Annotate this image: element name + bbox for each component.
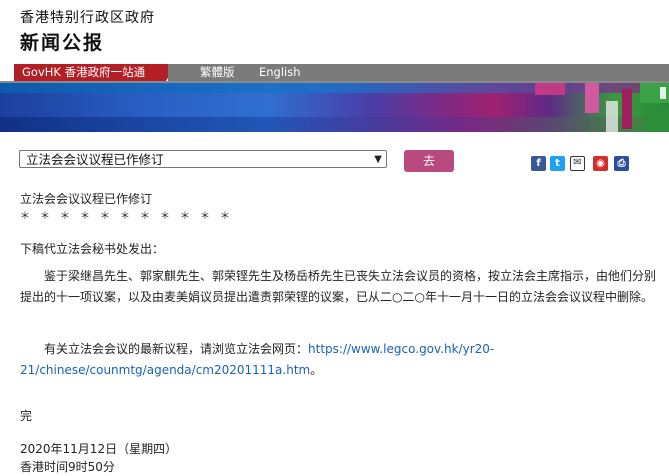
email-icon[interactable]: ✉: [570, 156, 585, 171]
star-divider: ＊ ＊ ＊ ＊ ＊ ＊ ＊ ＊ ＊ ＊ ＊: [20, 211, 230, 222]
topic-select-value: 立法会会议议程已作修订: [26, 152, 164, 167]
header-banner: [0, 83, 669, 132]
article-paragraph-2: 有关立法会会议的最新议程，请浏览立法会网页：https://www.legco.…: [20, 339, 540, 381]
traditional-chinese-link[interactable]: 繁體版: [168, 64, 248, 81]
english-link[interactable]: English: [248, 64, 669, 81]
government-name: 香港特别行政区政府: [20, 10, 155, 26]
article-paragraph-1: 鉴于梁继昌先生、郭家麒先生、郭荣铿先生及杨岳桥先生已丧失立法会议员的资格，按立法…: [20, 269, 657, 304]
article-intro: 下稿代立法会秘书处发出：: [20, 242, 165, 256]
go-button[interactable]: 去: [404, 150, 454, 172]
print-icon[interactable]: ⎙: [614, 156, 629, 171]
topic-select[interactable]: 立法会会议议程已作修订 ▼: [19, 150, 387, 168]
chevron-down-icon: ▼: [374, 154, 382, 165]
press-release-title: 新闻公报: [20, 32, 105, 54]
page-header: 香港特别行政区政府 新闻公报: [0, 0, 669, 64]
twitter-icon[interactable]: t: [550, 156, 565, 171]
facebook-icon[interactable]: f: [531, 156, 546, 171]
article-end-mark: 完: [20, 409, 33, 423]
weibo-icon[interactable]: ◉: [593, 156, 608, 171]
article-title: 立法会会议议程已作修订: [20, 192, 153, 206]
topic-controls: 立法会会议议程已作修订 ▼ 去 f t ✉ ◉ ⎙: [0, 148, 669, 176]
article-paragraph-2-end: 。: [310, 363, 323, 377]
govhk-link[interactable]: GovHK 香港政府一站通: [14, 64, 176, 81]
release-date: 2020年11月12日（星期四）: [20, 442, 178, 456]
release-time: 香港时间9时50分: [20, 460, 115, 474]
article-paragraph-2-text: 有关立法会会议的最新议程，请浏览立法会网页：: [20, 342, 309, 356]
